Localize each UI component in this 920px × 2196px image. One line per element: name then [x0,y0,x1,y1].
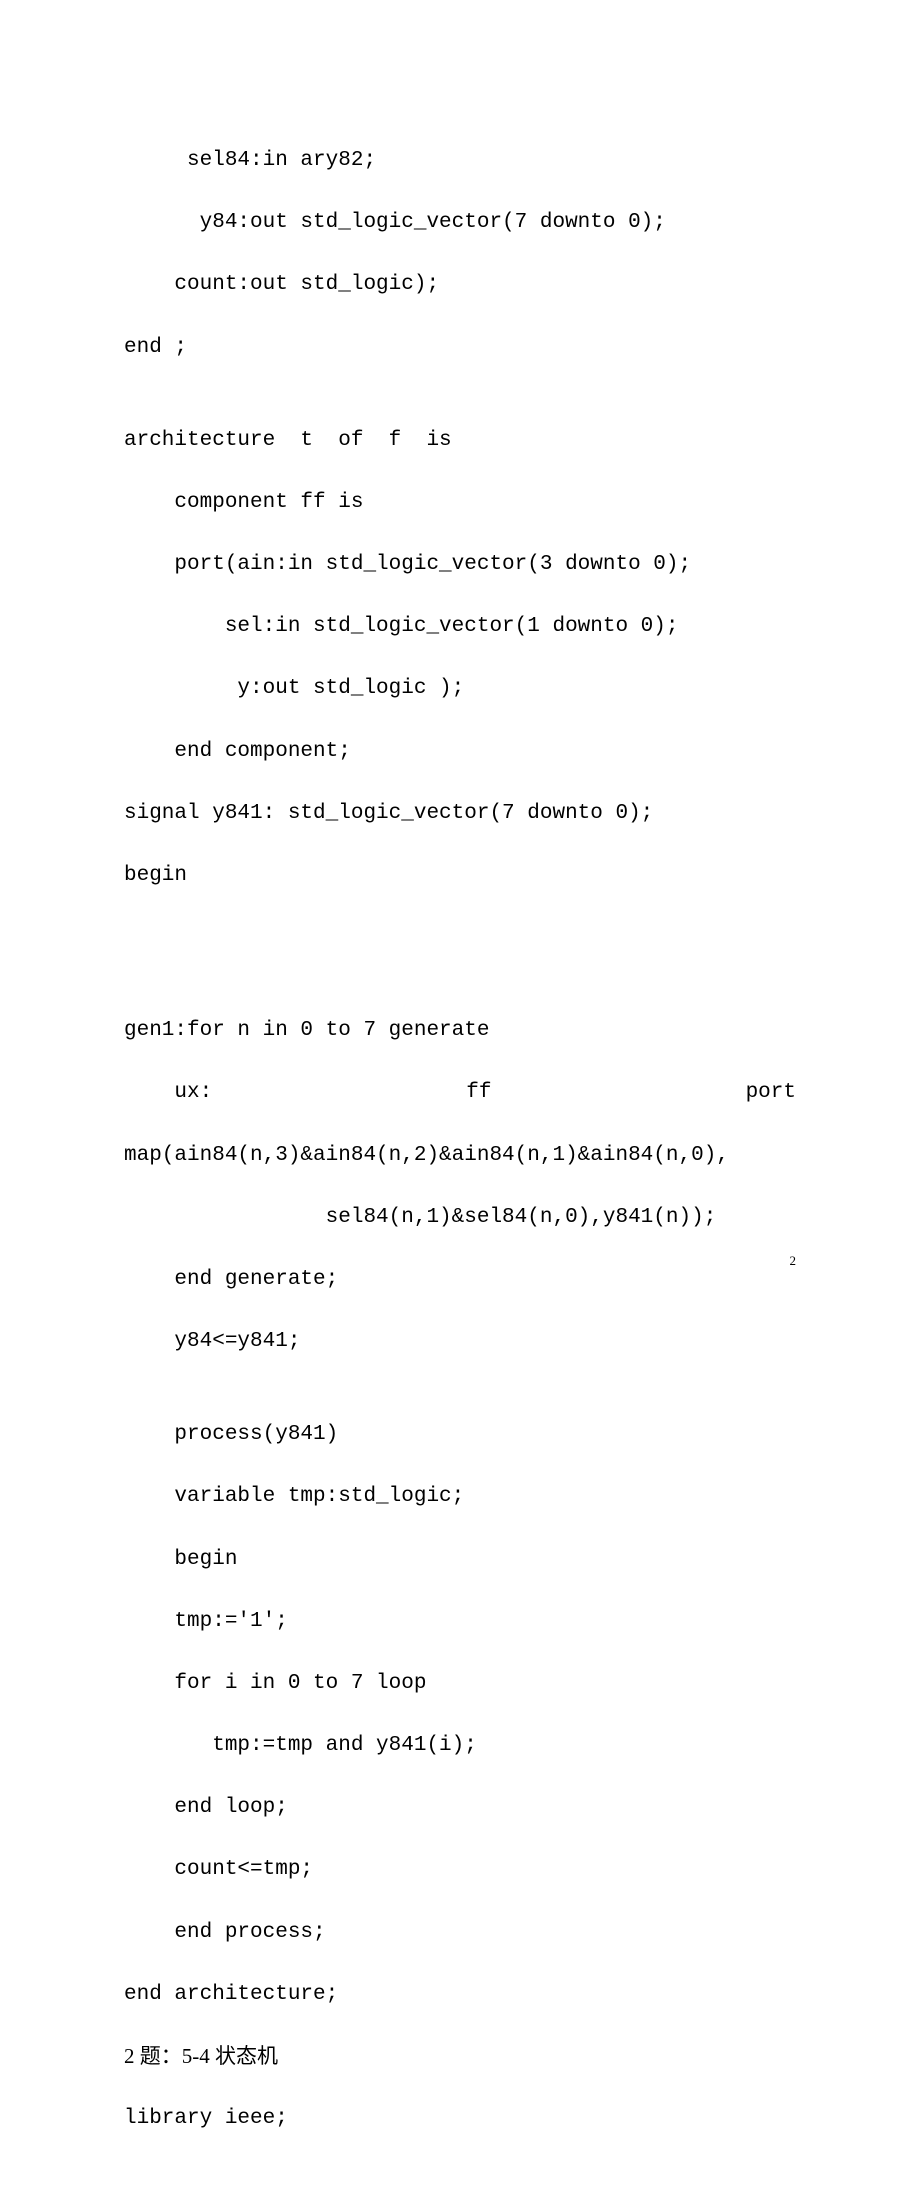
code-line: tmp:=tmp and y841(i); [124,1730,796,1761]
code-line: signal y841: std_logic_vector(7 downto 0… [124,798,796,829]
code-block: sel84:in ary82; y84:out std_logic_vector… [124,114,796,2196]
code-line: tmp:='1'; [124,1606,796,1637]
code-line: sel:in std_logic_vector(1 downto 0); [124,611,796,642]
question-heading: 2 题：5-4 状态机 [124,2041,796,2072]
code-line: gen1:for n in 0 to 7 generate [124,1015,796,1046]
code-line: count:out std_logic); [124,269,796,300]
code-line: begin [124,860,796,891]
code-line: end generate; [124,1264,796,1295]
code-line: y84<=y841; [124,1326,796,1357]
code-line: for i in 0 to 7 loop [124,1668,796,1699]
code-line: begin [124,1544,796,1575]
code-line: count<=tmp; [124,1854,796,1885]
code-line: sel84:in ary82; [124,145,796,176]
code-line: end process; [124,1917,796,1948]
justify-part: ff [466,1077,491,1108]
code-line: library ieee; [124,2103,796,2134]
code-line: component ff is [124,487,796,518]
code-line: end component; [124,736,796,767]
code-line: end loop; [124,1792,796,1823]
code-line-justified: ux: ff port [124,1077,796,1108]
justify-part: port [746,1077,796,1108]
document-page: sel84:in ary82; y84:out std_logic_vector… [0,0,920,1302]
code-line: y84:out std_logic_vector(7 downto 0); [124,207,796,238]
code-line: end ; [124,332,796,363]
code-line: end architecture; [124,1979,796,2010]
code-line: process(y841) [124,1419,796,1450]
code-line: sel84(n,1)&sel84(n,0),y841(n)); [124,1202,796,1233]
code-line: map(ain84(n,3)&ain84(n,2)&ain84(n,1)&ain… [124,1140,796,1171]
page-number: 2 [790,1251,797,1270]
code-line: y:out std_logic ); [124,673,796,704]
code-line: port(ain:in std_logic_vector(3 downto 0)… [124,549,796,580]
code-line: architecture t of f is [124,425,796,456]
justify-part: ux: [124,1077,212,1108]
code-line: variable tmp:std_logic; [124,1481,796,1512]
